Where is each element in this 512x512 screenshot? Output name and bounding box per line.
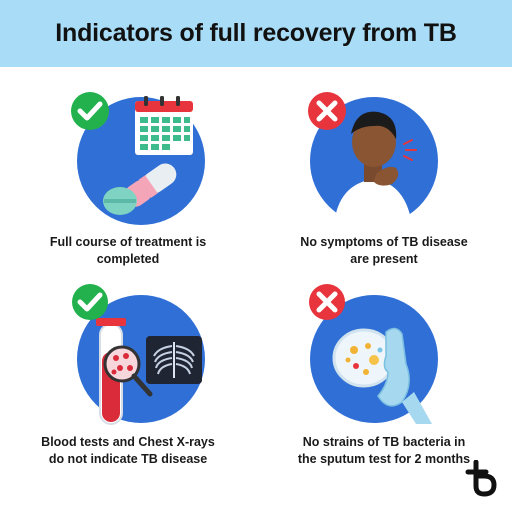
- card-tests: Blood tests and Chest X-rays do not indi…: [0, 284, 256, 474]
- treatment-illustration: [71, 92, 205, 225]
- sputum-illustration: [309, 284, 438, 424]
- caption-treatment: Full course of treatment is completed: [49, 235, 207, 266]
- tests-illustration: [72, 284, 205, 425]
- tablet-pill-icon: [103, 187, 137, 215]
- page-title: Indicators of full recovery from TB: [55, 19, 457, 47]
- cross-icon: [308, 92, 346, 130]
- title-banner: Indicators of full recovery from TB: [0, 0, 512, 67]
- cross-icon: [309, 284, 345, 320]
- check-icon: [72, 284, 108, 320]
- chest-xray-icon: [146, 336, 202, 384]
- caption-tests: Blood tests and Chest X-rays do not indi…: [41, 435, 215, 466]
- tb-logo-icon: [465, 460, 497, 497]
- symptoms-illustration: [308, 92, 438, 225]
- calendar-icon: [135, 96, 193, 155]
- card-sputum: No strains of TB bacteria in the sputum …: [256, 284, 512, 474]
- check-icon: [71, 92, 109, 130]
- card-treatment: Full course of treatment is completed: [0, 84, 256, 274]
- caption-symptoms: No symptoms of TB disease are present: [300, 235, 468, 266]
- card-symptoms: No symptoms of TB disease are present: [256, 84, 512, 274]
